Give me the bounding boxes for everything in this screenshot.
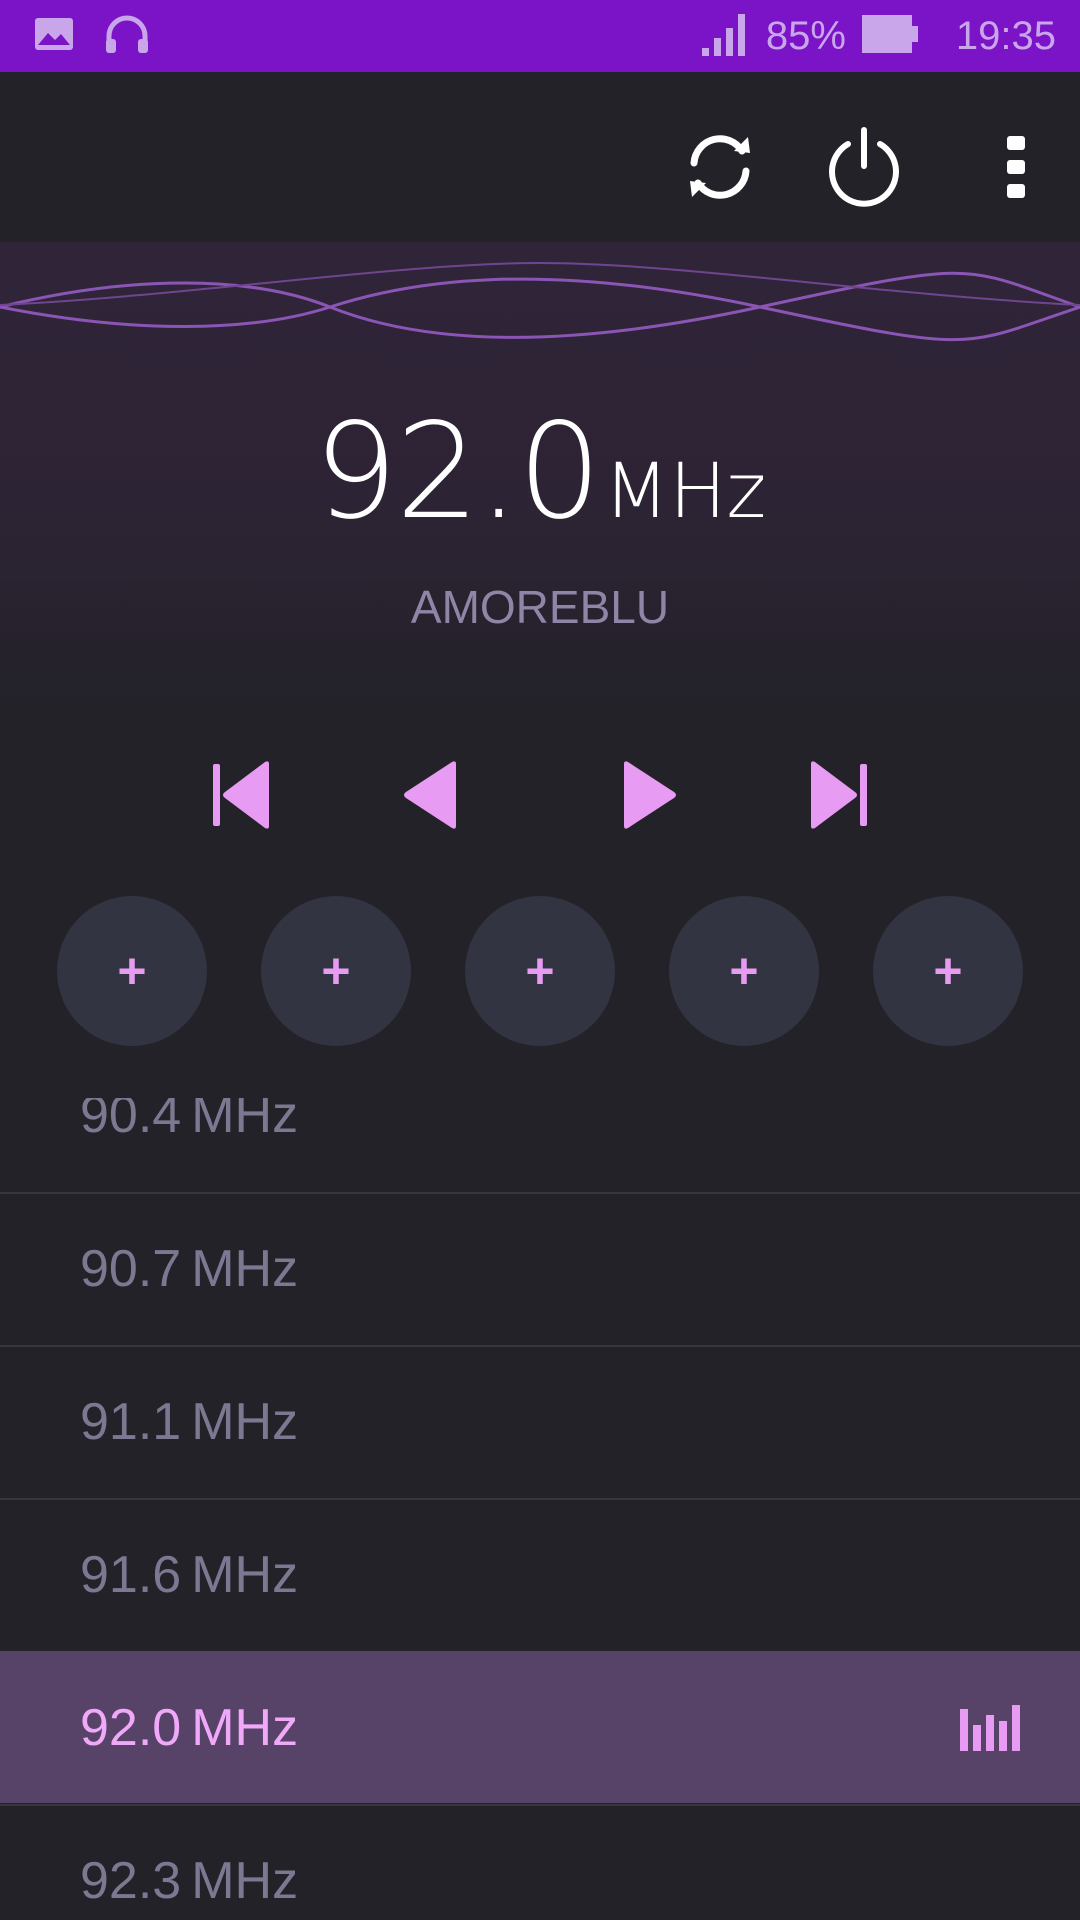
station-list: 90.4 MHz 90.7 MHz 91.1 MHz 91.6 MHz 92.0 MHz … (0, 1098, 1080, 1920)
seek-forward-icon[interactable] (600, 750, 700, 840)
station-row[interactable]: 91.6 MHz (0, 1498, 1080, 1650)
station-frequency: 92.0 (80, 1699, 182, 1757)
station-row[interactable]: 91.1 MHz (0, 1345, 1080, 1497)
transport-controls (0, 750, 1080, 840)
station-name: AMOREBLU (410, 581, 670, 633)
station-row[interactable]: 90.4 MHz (0, 1098, 1080, 1190)
station-row-active[interactable]: 92.0 MHz (0, 1651, 1080, 1803)
wave-decoration (0, 261, 1080, 342)
skip-previous-icon[interactable] (193, 750, 293, 840)
more-vertical-icon[interactable] (961, 112, 1071, 222)
skip-next-icon[interactable] (787, 750, 887, 840)
battery-icon (860, 13, 920, 60)
station-unit: MHz (191, 1393, 299, 1451)
station-unit: MHz (191, 1098, 299, 1144)
preset-slot-3[interactable]: + (465, 896, 615, 1046)
gallery-icon (34, 17, 74, 56)
frequency-value: 92.0 (313, 395, 602, 549)
status-bar: 85% 19:35 (0, 0, 1080, 72)
toolbar (0, 72, 1080, 242)
station-frequency: 90.4 (80, 1098, 182, 1144)
station-unit: MHz (191, 1852, 299, 1910)
station-row[interactable]: 90.7 MHz (0, 1192, 1080, 1344)
station-frequency: 90.7 (80, 1240, 182, 1298)
headphones-icon (104, 14, 150, 59)
battery-percent: 85% (765, 13, 846, 58)
station-unit: MHz (191, 1699, 299, 1757)
station-frequency: 92.3 (80, 1852, 182, 1910)
refresh-icon[interactable] (665, 112, 775, 222)
now-playing-equalizer-icon (960, 1705, 1020, 1756)
preset-slot-4[interactable]: + (669, 896, 819, 1046)
station-unit: MHz (191, 1546, 299, 1604)
seek-back-icon[interactable] (380, 750, 480, 840)
station-frequency: 91.6 (80, 1546, 182, 1604)
station-frequency: 91.1 (80, 1393, 182, 1451)
clock: 19:35 (955, 13, 1056, 58)
signal-icon (700, 12, 752, 61)
station-unit: MHz (191, 1240, 299, 1298)
power-icon[interactable] (809, 112, 919, 222)
preset-slot-2[interactable]: + (261, 896, 411, 1046)
station-row[interactable]: 92.3 MHz (0, 1804, 1080, 1920)
preset-slot-1[interactable]: + (57, 896, 207, 1046)
frequency-unit: MHz (603, 446, 767, 535)
preset-slot-5[interactable]: + (873, 896, 1023, 1046)
current-frequency: 92.0MHz (0, 395, 1080, 549)
